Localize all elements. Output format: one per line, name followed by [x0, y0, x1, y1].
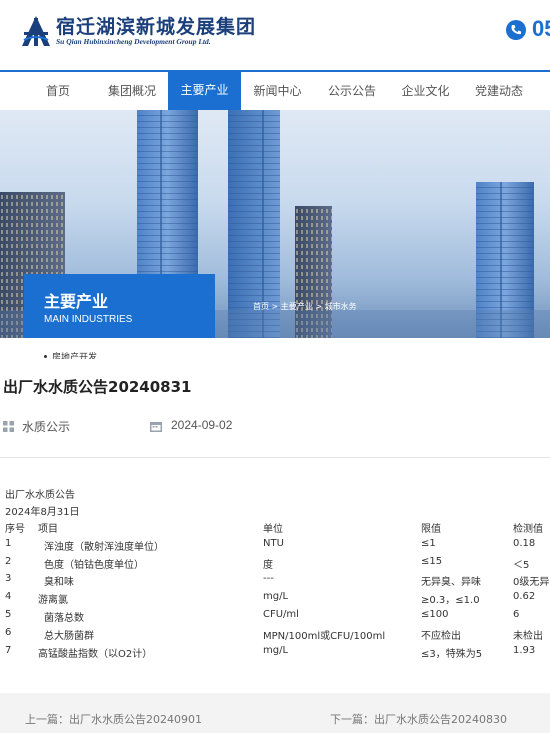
table-cell: 0.18 [513, 537, 536, 549]
side-menu: 房地产开发 [24, 338, 215, 359]
article-meta: 水质公示 2024-09-02 [0, 412, 550, 458]
logo-english-name: Su Qian Hubinxincheng Development Group … [56, 37, 211, 46]
table-row: 5 菌落总数 CFU/ml ≤100 6 [0, 609, 550, 627]
table-cell: ≤15 [421, 555, 443, 567]
logo-mark-icon [22, 16, 50, 46]
report-date: 2024年8月31日 [5, 507, 80, 518]
table-cell: 未检出 [513, 630, 543, 642]
table-cell: --- [263, 573, 274, 585]
table-cell: CFU/ml [263, 609, 299, 620]
table-cell: ＜5 [513, 559, 530, 571]
table-row: 1 浑浊度（散射浑浊度单位） NTU ≤1 0.18 [0, 538, 550, 556]
breadcrumb-separator: > [312, 302, 325, 311]
breadcrumb: 首页 > 主要产业 > 城市水务 [253, 301, 357, 312]
table-cell: 7 [5, 644, 12, 656]
article-date: 2024-09-02 [171, 418, 233, 432]
table-cell: 5 [5, 609, 12, 620]
nav-item[interactable]: 首页 [30, 72, 86, 110]
nav-item[interactable]: 集团概况 [95, 72, 169, 110]
table-cell: 度 [263, 559, 273, 571]
main-nav: 首页 集团概况 主要产业 新闻中心 公示公告 企业文化 党建动态 [0, 70, 550, 110]
next-article-link[interactable]: 下一篇：出厂水水质公告20240830 [330, 711, 507, 727]
calendar-icon [150, 422, 162, 432]
table-cell: 2 [5, 555, 12, 567]
article-category[interactable]: 水质公示 [22, 418, 70, 435]
article-pager: 上一篇：出厂水水质公告20240901 下一篇：出厂水水质公告20240830 [0, 693, 550, 733]
table-cell: 菌落总数 [44, 613, 84, 624]
table-cell: mg/L [263, 644, 289, 656]
nav-item[interactable]: 企业文化 [389, 72, 462, 110]
table-cell: 浑浊度（散射浑浊度单位） [44, 541, 164, 553]
table-row: 7 高锰酸盐指数（以O2计） mg/L ≤3，特殊为5 1.93 [0, 645, 550, 663]
table-cell: ≤1 [421, 537, 436, 549]
table-cell: 游离氯 [38, 595, 68, 607]
nav-item[interactable]: 公示公告 [315, 72, 389, 110]
table-cell: 1 [5, 537, 12, 549]
site-header: 宿迁湖滨新城发展集团 Su Qian Hubinxincheng Develop… [0, 0, 550, 70]
nav-item[interactable]: 新闻中心 [240, 72, 315, 110]
table-cell: 色度（铂钴色度单位） [44, 559, 144, 571]
table-cell: 高锰酸盐指数（以O2计） [38, 648, 153, 660]
table-cell: 3 [5, 573, 12, 585]
table-row: 6 总大肠菌群 MPN/100ml或CFU/100ml 不应检出 未检出 [0, 627, 550, 645]
hotline-number: 05 [532, 16, 550, 41]
table-row: 3 臭和味 --- 无异臭、异味 0级无异 [0, 573, 550, 591]
table-row: 4 游离氯 mg/L ≥0.3，≤1.0 0.62 [0, 591, 550, 609]
nav-item[interactable]: 主要产业 [168, 70, 241, 110]
table-cell: 6 [5, 626, 12, 638]
section-title: 主要产业 [44, 292, 109, 311]
table-cell: 检测值 [513, 524, 543, 535]
article-title: 出厂水水质公告20240831 [3, 378, 192, 396]
phone-icon [506, 20, 526, 40]
table-cell: ≤3，特殊为5 [421, 648, 483, 660]
table-cell: 限值 [421, 524, 441, 535]
table-cell: 序号 [5, 524, 25, 535]
nav-item[interactable]: 党建动态 [462, 72, 536, 110]
table-cell: 0级无异 [513, 577, 550, 589]
table-cell: MPN/100ml或CFU/100ml [263, 630, 386, 642]
table-cell: 1.93 [513, 644, 536, 656]
table-cell: 不应检出 [421, 630, 461, 642]
table-cell: 总大肠菌群 [44, 630, 94, 642]
table-row: 2 色度（铂钴色度单位） 度 ≤15 ＜5 [0, 556, 550, 574]
table-header-row: 序号 项目 单位 限值 检测值 [0, 520, 550, 538]
table-cell: 4 [5, 591, 12, 603]
breadcrumb-item[interactable]: 城市水务 [325, 302, 357, 311]
breadcrumb-item[interactable]: 首页 [253, 302, 269, 311]
breadcrumb-item[interactable]: 主要产业 [281, 302, 313, 311]
table-cell: ≤100 [421, 609, 449, 620]
table-cell: NTU [263, 537, 284, 549]
prev-article-link[interactable]: 上一篇：出厂水水质公告20240901 [25, 711, 202, 727]
logo-chinese-name: 宿迁湖滨新城发展集团 [56, 16, 257, 38]
section-header-box: 主要产业 MAIN INDUSTRIES [24, 274, 215, 338]
table-cell: 单位 [263, 524, 283, 535]
table-cell: 0.62 [513, 591, 536, 603]
table-cell: mg/L [263, 591, 289, 603]
table-cell: 6 [513, 609, 520, 620]
breadcrumb-separator: > [269, 302, 281, 311]
site-logo[interactable]: 宿迁湖滨新城发展集团 Su Qian Hubinxincheng Develop… [20, 12, 270, 52]
table-cell: 项目 [38, 524, 58, 535]
table-cell: ≥0.3，≤1.0 [421, 595, 480, 607]
grid-icon [3, 421, 14, 432]
section-subtitle: MAIN INDUSTRIES [44, 314, 133, 325]
side-menu-item-real-estate[interactable]: 房地产开发 [43, 350, 97, 359]
table-cell: 无异臭、异味 [421, 577, 481, 589]
table-cell: 臭和味 [44, 577, 74, 589]
article-heading: 出厂水水质公告 [5, 490, 75, 501]
